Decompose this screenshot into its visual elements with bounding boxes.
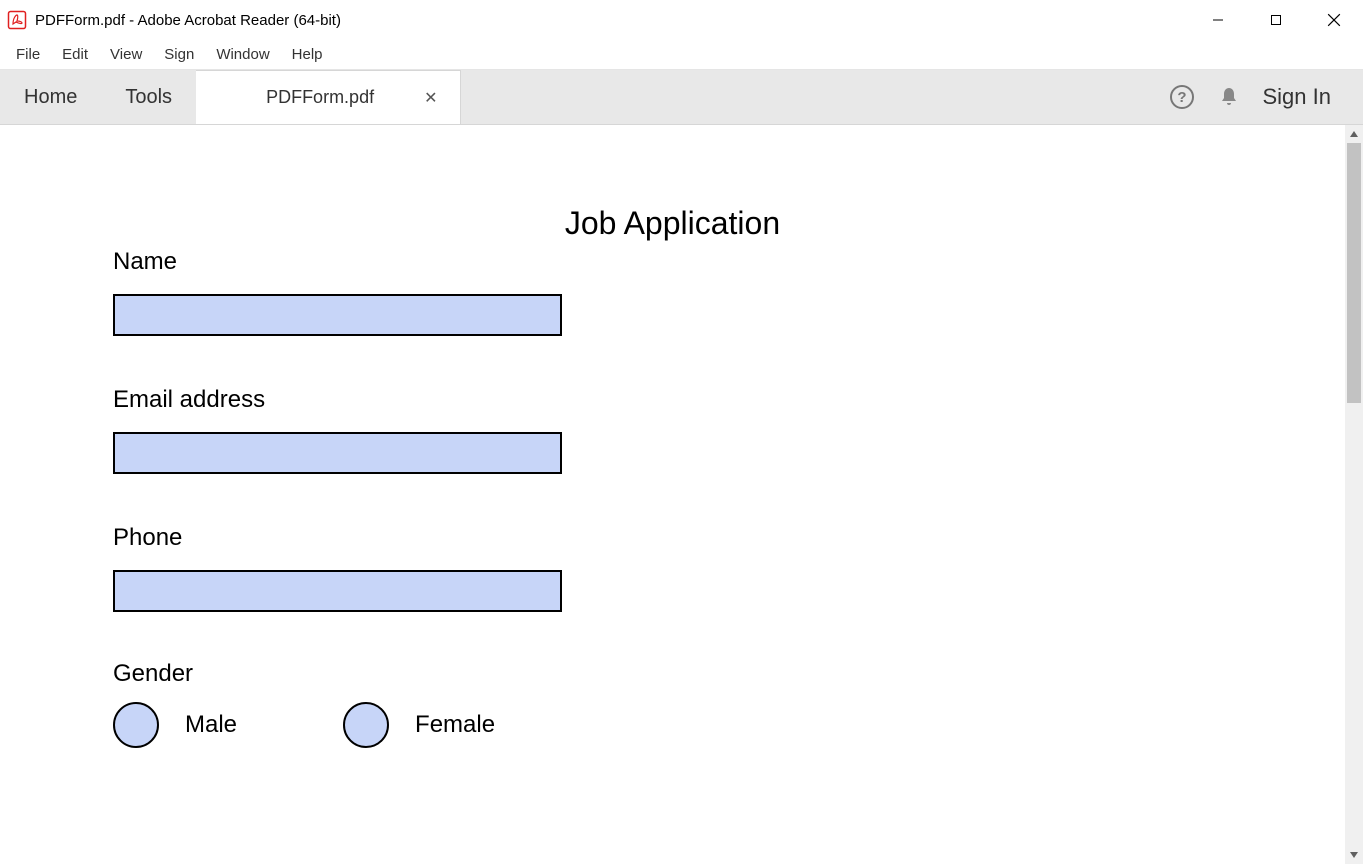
form-title: Job Application (0, 205, 1345, 242)
title-left: PDFForm.pdf - Adobe Acrobat Reader (64-b… (7, 10, 341, 30)
tab-bar: Home Tools PDFForm.pdf ✕ ? Sign In (0, 70, 1363, 125)
content-area: Job Application Name Email address Phone… (0, 125, 1363, 864)
menu-window[interactable]: Window (206, 43, 279, 66)
female-radio[interactable] (343, 702, 389, 748)
vertical-scrollbar[interactable] (1345, 125, 1363, 864)
tools-tab[interactable]: Tools (101, 70, 196, 124)
tab-bar-right: ? Sign In (1169, 70, 1363, 124)
scroll-down-arrow[interactable] (1345, 846, 1363, 864)
acrobat-app-icon (7, 10, 27, 30)
gender-row: Male Female (113, 702, 1345, 748)
window-title: PDFForm.pdf - Adobe Acrobat Reader (64-b… (35, 12, 341, 29)
gender-label: Gender (113, 660, 1345, 688)
male-label: Male (185, 711, 237, 739)
name-input[interactable] (113, 294, 562, 336)
svg-text:?: ? (1177, 89, 1186, 106)
phone-label: Phone (113, 524, 1345, 552)
menu-view[interactable]: View (100, 43, 152, 66)
tab-bar-left: Home Tools PDFForm.pdf ✕ (0, 70, 461, 124)
email-input[interactable] (113, 432, 562, 474)
window-controls (1189, 0, 1363, 40)
scroll-thumb[interactable] (1347, 143, 1361, 403)
menu-edit[interactable]: Edit (52, 43, 98, 66)
phone-input[interactable] (113, 570, 562, 612)
home-tab[interactable]: Home (0, 70, 101, 124)
document-page: Job Application Name Email address Phone… (0, 125, 1345, 864)
name-label: Name (113, 248, 1345, 276)
menu-help[interactable]: Help (282, 43, 333, 66)
sign-in-button[interactable]: Sign In (1263, 84, 1332, 110)
close-tab-icon[interactable]: ✕ (424, 88, 437, 108)
menu-file[interactable]: File (6, 43, 50, 66)
male-radio[interactable] (113, 702, 159, 748)
home-tab-label: Home (24, 86, 77, 109)
female-label: Female (415, 711, 495, 739)
title-bar: PDFForm.pdf - Adobe Acrobat Reader (64-b… (0, 0, 1363, 40)
bell-icon[interactable] (1217, 85, 1241, 109)
tools-tab-label: Tools (125, 86, 172, 109)
menu-sign[interactable]: Sign (154, 43, 204, 66)
scroll-up-arrow[interactable] (1345, 125, 1363, 143)
form-body: Name Email address Phone Gender Male Fem… (0, 248, 1345, 748)
help-icon[interactable]: ? (1169, 84, 1195, 110)
document-tab[interactable]: PDFForm.pdf ✕ (196, 70, 460, 124)
minimize-button[interactable] (1189, 0, 1247, 40)
email-label: Email address (113, 386, 1345, 414)
close-button[interactable] (1305, 0, 1363, 40)
document-tab-label: PDFForm.pdf (266, 87, 374, 108)
maximize-button[interactable] (1247, 0, 1305, 40)
menu-bar: File Edit View Sign Window Help (0, 40, 1363, 70)
